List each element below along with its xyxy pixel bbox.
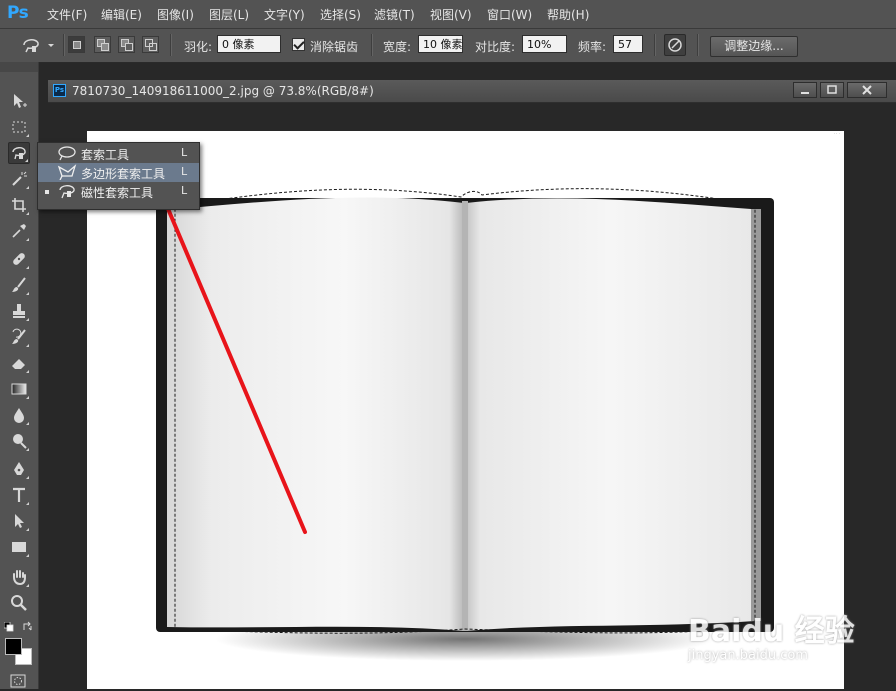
flyout-item-shortcut: L bbox=[181, 184, 188, 197]
lasso-tool-flyout: 套索工具 L 多边形套索工具 L 磁性套索工具 L bbox=[37, 142, 200, 210]
foreground-color-swatch[interactable] bbox=[5, 638, 22, 655]
annotation-arrow bbox=[150, 181, 307, 534]
polygonal-lasso-icon bbox=[57, 164, 77, 180]
magnetic-lasso-icon bbox=[59, 185, 75, 199]
current-tool-marker bbox=[45, 190, 49, 194]
flyout-item-magnetic-lasso[interactable]: 磁性套索工具 L bbox=[38, 182, 199, 201]
baidu-watermark-url: jingyan.baidu.com bbox=[688, 648, 808, 663]
baidu-watermark: Baidu 经验 bbox=[688, 614, 855, 649]
flyout-item-polygonal-lasso[interactable]: 多边形套索工具 L bbox=[38, 163, 199, 182]
flyout-item-label: 套索工具 bbox=[81, 148, 130, 162]
lasso-icon bbox=[58, 146, 76, 161]
flyout-item-shortcut: L bbox=[181, 165, 188, 178]
flyout-item-label: 磁性套索工具 bbox=[81, 186, 154, 200]
flyout-item-lasso[interactable]: 套索工具 L bbox=[38, 144, 199, 163]
flyout-item-shortcut: L bbox=[181, 146, 188, 159]
flyout-item-label: 多边形套索工具 bbox=[81, 167, 166, 181]
